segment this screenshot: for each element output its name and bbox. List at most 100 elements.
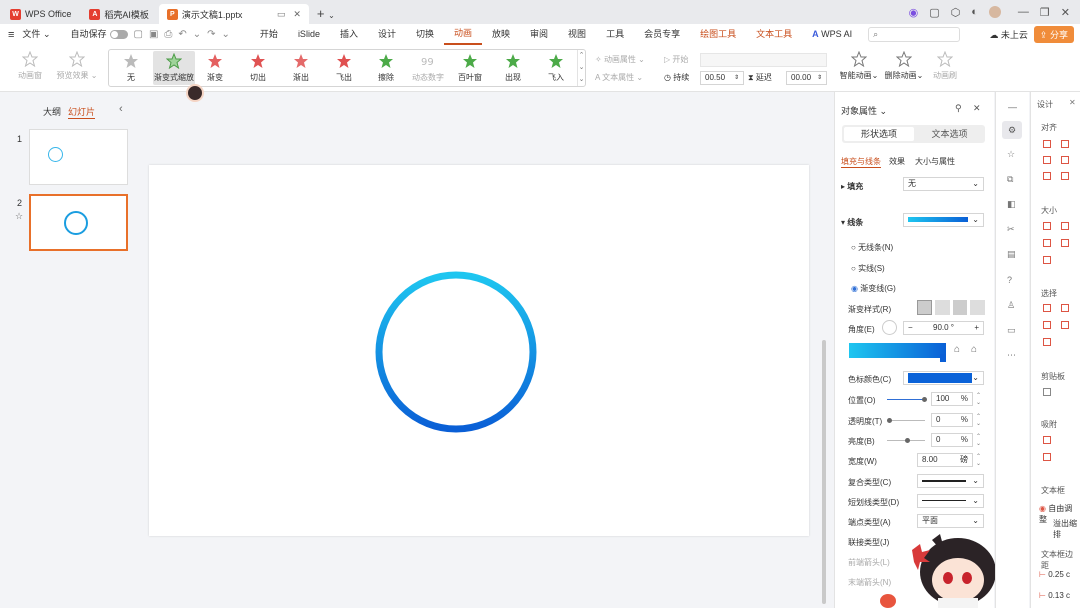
- align-icon[interactable]: [1061, 172, 1069, 180]
- size-props-subtab[interactable]: 大小与属性: [915, 156, 955, 167]
- gradient-circle-shape[interactable]: [375, 271, 537, 433]
- tab-docer-templates[interactable]: A 稻壳AI模板: [81, 4, 157, 24]
- delay-input[interactable]: 00.00 ⇕: [786, 71, 827, 85]
- copilot-icon[interactable]: ◉: [909, 6, 919, 19]
- transparency-stepper[interactable]: ⌃ ⌄: [976, 413, 981, 427]
- width-stepper[interactable]: ⌃ ⌄: [976, 453, 981, 467]
- gallery-scroll[interactable]: ⌃ ⌄ ⌄: [577, 50, 585, 86]
- gradient-line-radio[interactable]: ◉ 渐变线(G): [851, 283, 896, 294]
- align-icon[interactable]: [1043, 140, 1051, 148]
- select-icon[interactable]: [1061, 321, 1069, 329]
- snap-icon[interactable]: [1043, 453, 1051, 461]
- anim-props-button[interactable]: ✧ 动画属性 ⌄: [595, 54, 645, 65]
- effect-appear[interactable]: 出现: [493, 53, 533, 83]
- position-slider[interactable]: [887, 397, 927, 402]
- animation-icon[interactable]: ☆: [1007, 149, 1015, 160]
- size-icon[interactable]: [1043, 256, 1051, 264]
- dash-type-select[interactable]: ⌄: [917, 494, 984, 508]
- wps-ai-button[interactable]: A WPS AI: [802, 24, 862, 45]
- line-style-select[interactable]: ⌄: [903, 213, 984, 227]
- menu-tools[interactable]: 工具: [596, 24, 634, 45]
- cube-icon[interactable]: ⬡: [951, 6, 961, 19]
- fill-select[interactable]: 无 ⌄: [903, 177, 984, 191]
- effect-none[interactable]: 无: [111, 53, 151, 83]
- size-icon[interactable]: [1043, 239, 1051, 247]
- align-icon[interactable]: [1061, 156, 1069, 164]
- collapse-pane-icon[interactable]: ‹: [119, 103, 123, 115]
- canvas-scrollbar[interactable]: [822, 340, 826, 604]
- effect-fade[interactable]: 渐变: [195, 53, 235, 83]
- brightness-slider[interactable]: [887, 438, 925, 443]
- margin-right-value[interactable]: ⊢ 0.13 c: [1039, 591, 1070, 600]
- slide-thumbnail-1[interactable]: [29, 129, 128, 185]
- transparency-input[interactable]: 0%: [931, 413, 973, 427]
- text-props-button[interactable]: A 文本属性 ⌄: [595, 72, 643, 83]
- gradient-style-options[interactable]: [917, 300, 985, 315]
- shape-icon[interactable]: ◧: [1007, 199, 1016, 210]
- collapse-icon[interactable]: —: [1008, 102, 1017, 112]
- menu-animation[interactable]: 动画: [444, 24, 483, 45]
- slide-canvas[interactable]: [149, 165, 809, 536]
- position-stepper[interactable]: ⌃ ⌄: [976, 392, 981, 406]
- monitor-icon[interactable]: ▭: [277, 9, 286, 20]
- position-input[interactable]: 100%: [931, 392, 973, 406]
- fill-section[interactable]: ▸ 填充: [841, 181, 863, 192]
- effect-fly-out[interactable]: 飞出: [324, 53, 364, 83]
- gradient-stop-handle[interactable]: [940, 354, 946, 362]
- skin-icon[interactable]: ◐: [971, 6, 978, 18]
- effect-dynamic-number[interactable]: 99 动态数字: [408, 53, 448, 83]
- share-button[interactable]: ⇪ 分享: [1033, 26, 1074, 43]
- menu-drawing-tools[interactable]: 绘图工具: [690, 24, 746, 45]
- outline-tab[interactable]: 大纲: [43, 105, 61, 118]
- margin-left-value[interactable]: ⊢ 0.25 c: [1039, 570, 1070, 579]
- solid-line-radio[interactable]: ○ 实线(S): [851, 263, 885, 274]
- avatar[interactable]: [988, 6, 1001, 18]
- select-icon[interactable]: [1043, 304, 1051, 312]
- align-icon[interactable]: [1043, 172, 1051, 180]
- select-icon[interactable]: [1043, 338, 1051, 346]
- stop-color-picker[interactable]: ⌄: [903, 371, 984, 385]
- menu-transition[interactable]: 切换: [406, 24, 444, 45]
- animation-brush-button[interactable]: 动画刷: [925, 51, 965, 81]
- delete-animation-button[interactable]: 删除动画⌄: [882, 51, 926, 81]
- align-icon[interactable]: [1043, 156, 1051, 164]
- effect-fly-in[interactable]: 飞入: [536, 53, 576, 83]
- menu-member[interactable]: 会员专享: [634, 24, 690, 45]
- help-icon[interactable]: ?: [1007, 275, 1012, 285]
- minimize-icon[interactable]: —: [1018, 6, 1029, 18]
- more-icon[interactable]: ⋯: [1007, 350, 1016, 361]
- effect-blinds[interactable]: 百叶窗: [450, 53, 490, 83]
- menu-home[interactable]: 开始: [250, 24, 288, 45]
- close-tab-icon[interactable]: ✕: [293, 9, 301, 20]
- effects-subtab[interactable]: 效果: [889, 156, 905, 167]
- comment-icon[interactable]: ▭: [1007, 325, 1016, 336]
- restore-icon[interactable]: ❐: [1040, 6, 1050, 19]
- window-icon[interactable]: ▢: [929, 6, 939, 19]
- select-icon[interactable]: [1061, 304, 1069, 312]
- angle-input[interactable]: −90.0 ° +: [903, 321, 984, 335]
- effect-fade-zoom[interactable]: 渐变式缩放: [153, 51, 195, 85]
- snap-icon[interactable]: [1043, 436, 1051, 444]
- overflow-option[interactable]: 溢出缩排: [1053, 518, 1080, 540]
- slides-tab[interactable]: 幻灯片: [68, 105, 96, 119]
- select-icon[interactable]: [1043, 321, 1051, 329]
- close-props-icon[interactable]: ✕: [973, 103, 981, 114]
- menu-text-tools[interactable]: 文本工具: [746, 24, 802, 45]
- new-tab-button[interactable]: + ⌄: [309, 4, 343, 24]
- preview-button[interactable]: 预览效果 ⌄: [55, 51, 99, 81]
- tab-wps-office[interactable]: W WPS Office: [2, 4, 79, 24]
- line-section[interactable]: ▾ 线条: [841, 217, 863, 228]
- angle-dial-icon[interactable]: [882, 320, 897, 335]
- menu-slideshow[interactable]: 放映: [482, 24, 520, 45]
- add-stop-icon[interactable]: ⌂: [954, 344, 960, 355]
- animation-pane-button[interactable]: 动画窗: [10, 51, 50, 81]
- effect-cut-out[interactable]: 切出: [238, 53, 278, 83]
- pin-icon[interactable]: ⚲: [955, 103, 962, 114]
- effect-fade-out[interactable]: 渐出: [281, 53, 321, 83]
- menu-insert[interactable]: 插入: [330, 24, 368, 45]
- file-menu[interactable]: 文件 ⌄: [20, 24, 60, 45]
- size-icon[interactable]: [1061, 239, 1069, 247]
- size-icon[interactable]: [1061, 222, 1069, 230]
- menu-islide[interactable]: iSlide: [288, 24, 330, 45]
- cloud-status[interactable]: ☁ 未上云: [989, 28, 1028, 41]
